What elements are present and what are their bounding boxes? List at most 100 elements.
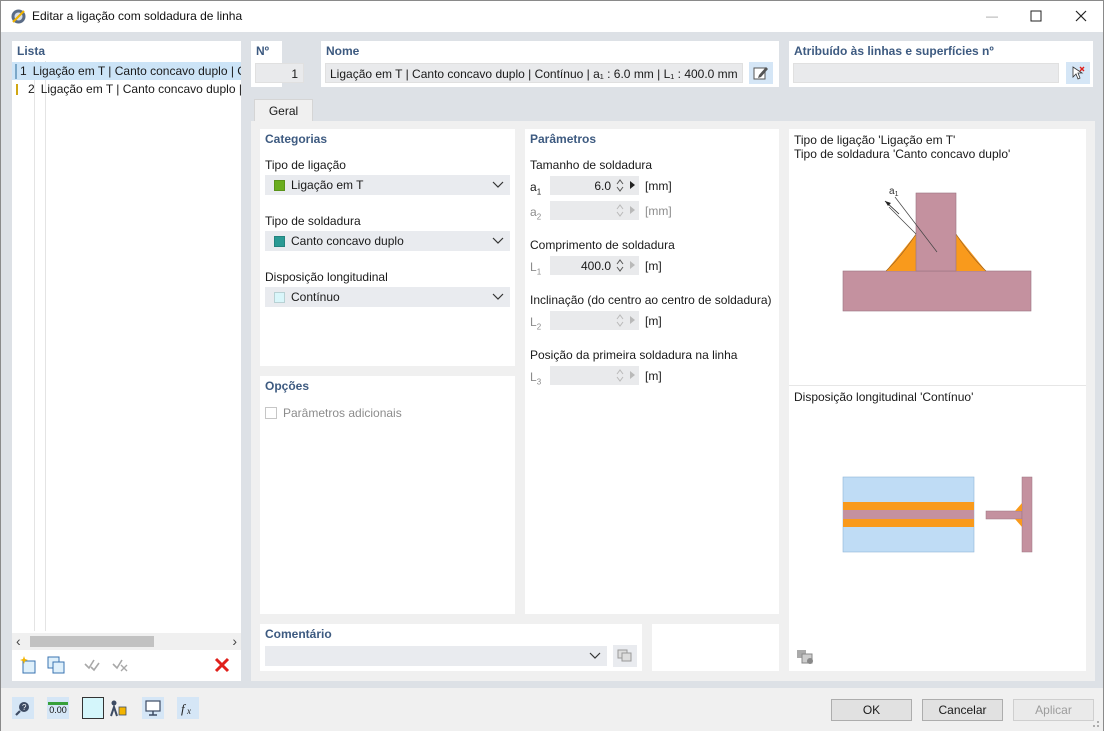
L3-input[interactable]	[550, 366, 639, 385]
weld-type-label: Tipo de soldadura	[265, 214, 361, 228]
additional-params-label: Parâmetros adicionais	[283, 406, 402, 420]
apply-button[interactable]: Aplicar	[1013, 699, 1094, 721]
connection-type-value: Ligação em T	[291, 178, 364, 192]
L3-symbol: L3	[530, 370, 542, 387]
longitudinal-label: Disposição longitudinal	[265, 270, 388, 284]
dimension-a1-label: a1	[889, 186, 899, 198]
a2-input[interactable]	[550, 201, 639, 220]
increment-arrow-icon[interactable]	[630, 181, 635, 189]
longitudinal-select[interactable]: Contínuo	[265, 287, 510, 307]
new-item-icon	[20, 656, 36, 674]
number-header: Nº	[256, 44, 270, 58]
render-settings-icon	[797, 650, 813, 664]
list-item-number: 1	[20, 64, 27, 78]
svg-text:?: ?	[22, 703, 27, 712]
parameters-panel: Parâmetros Tamanho de soldadura a1 6.0 […	[525, 129, 779, 614]
list-header: Lista	[17, 44, 46, 58]
window-title: Editar a ligação com soldadura de linha	[32, 9, 243, 23]
cancel-button[interactable]: Cancelar	[922, 699, 1003, 721]
view-button[interactable]	[142, 697, 164, 719]
checkmark-icon	[84, 659, 100, 672]
list-scrollbar[interactable]: ‹ ›	[12, 633, 241, 650]
comment-library-button[interactable]	[613, 645, 637, 667]
scroll-left-icon[interactable]: ‹	[16, 633, 21, 649]
color-button[interactable]	[82, 697, 104, 719]
display-settings-button[interactable]	[107, 697, 129, 719]
options-header: Opções	[265, 379, 310, 393]
weld-strip-bottom	[843, 519, 974, 527]
maximize-icon	[1030, 10, 1042, 22]
comment-header: Comentário	[265, 627, 332, 641]
a1-input[interactable]: 6.0	[550, 176, 639, 195]
options-panel: Opções Parâmetros adicionais	[260, 376, 515, 614]
preview-options-button[interactable]	[794, 646, 816, 668]
tab-geral[interactable]: Geral	[254, 99, 313, 121]
web-strip	[843, 510, 974, 519]
categories-panel: Categorias Tipo de ligação Ligação em T …	[260, 129, 515, 366]
list-item-2[interactable]: 2 Ligação em T | Canto concavo duplo | C…	[12, 80, 241, 98]
connection-type-label: Tipo de ligação	[265, 158, 346, 172]
name-panel: Nome Ligação em T | Canto concavo duplo …	[321, 41, 779, 87]
name-field[interactable]: Ligação em T | Canto concavo duplo | Con…	[325, 63, 743, 83]
first-position-label: Posição da primeira soldadura na linha	[530, 348, 738, 362]
L1-input[interactable]: 400.0	[550, 256, 639, 275]
scroll-right-icon[interactable]: ›	[232, 633, 237, 649]
number-field[interactable]: 1	[255, 63, 304, 83]
side-web	[985, 510, 1023, 520]
list-item-color	[15, 63, 17, 79]
assigned-header: Atribuído às linhas e superfícies nº	[794, 44, 994, 58]
categories-header: Categorias	[265, 132, 328, 146]
units-button[interactable]: 0.00	[47, 697, 69, 719]
spinner-icon	[616, 369, 624, 382]
L2-input[interactable]	[550, 311, 639, 330]
scrollbar-thumb[interactable]	[30, 636, 154, 647]
help-button[interactable]: ?	[12, 697, 34, 719]
formula-icon: fx	[181, 701, 191, 716]
a1-unit: [mm]	[645, 179, 672, 193]
delete-item-button[interactable]	[211, 654, 233, 676]
spinner-icon[interactable]	[616, 178, 624, 193]
weld-size-label: Tamanho de soldadura	[530, 158, 653, 172]
list-item-number: 2	[28, 82, 35, 96]
list-item-1[interactable]: 1 Ligação em T | Canto concavo duplo | C…	[12, 62, 241, 80]
units-display-icon: 0.00	[48, 701, 68, 715]
formula-button[interactable]: fx	[177, 697, 199, 719]
longitudinal-value: Contínuo	[291, 290, 340, 304]
a1-value: 6.0	[594, 178, 611, 193]
minimize-button[interactable]: —	[969, 1, 1015, 31]
spinner-icon[interactable]	[616, 258, 624, 273]
a2-symbol: a2	[530, 205, 542, 222]
maximize-button[interactable]	[1013, 1, 1059, 31]
copy-item-button[interactable]	[45, 654, 67, 676]
weld-type-value: Canto concavo duplo	[291, 234, 404, 248]
preview-panel: Tipo de ligação 'Ligação em T' Tipo de s…	[789, 129, 1086, 671]
close-icon	[1075, 10, 1087, 22]
close-button[interactable]	[1058, 1, 1104, 31]
list-panel: Lista 1 Ligação em T | Canto concavo dup…	[12, 41, 241, 681]
pick-lines-button[interactable]	[1066, 62, 1090, 84]
additional-params-checkbox[interactable]	[265, 407, 277, 419]
t-joint-cross-section: a1	[842, 186, 1032, 312]
resize-grip-icon[interactable]	[1090, 718, 1100, 728]
number-panel-box: Nº 1	[251, 41, 304, 87]
uncheck-items-button[interactable]	[109, 654, 131, 676]
weld-strip-top	[843, 502, 974, 510]
a2-unit: [mm]	[645, 204, 672, 218]
dialog-window: Editar a ligação com soldadura de linha …	[0, 0, 1104, 731]
increment-arrow-icon[interactable]	[630, 261, 635, 269]
weld-type-select[interactable]: Canto concavo duplo	[265, 231, 510, 251]
list-item-label: Ligação em T | Canto concavo duplo | Con…	[32, 64, 241, 78]
connection-type-select[interactable]: Ligação em T	[265, 175, 510, 195]
new-item-button[interactable]	[17, 654, 39, 676]
assigned-field[interactable]	[793, 63, 1059, 83]
comment-select[interactable]	[265, 646, 607, 666]
title-bar: Editar a ligação com soldadura de linha …	[1, 1, 1103, 32]
ok-button[interactable]: OK	[831, 699, 912, 721]
edit-name-button[interactable]	[749, 62, 773, 84]
spinner-icon	[616, 204, 624, 217]
a1-symbol: a1	[530, 180, 542, 197]
increment-arrow-icon	[630, 206, 635, 214]
preview-longitudinal-caption: Disposição longitudinal 'Contínuo'	[794, 390, 974, 404]
person-chart-icon	[110, 700, 127, 717]
check-items-button[interactable]	[81, 654, 103, 676]
